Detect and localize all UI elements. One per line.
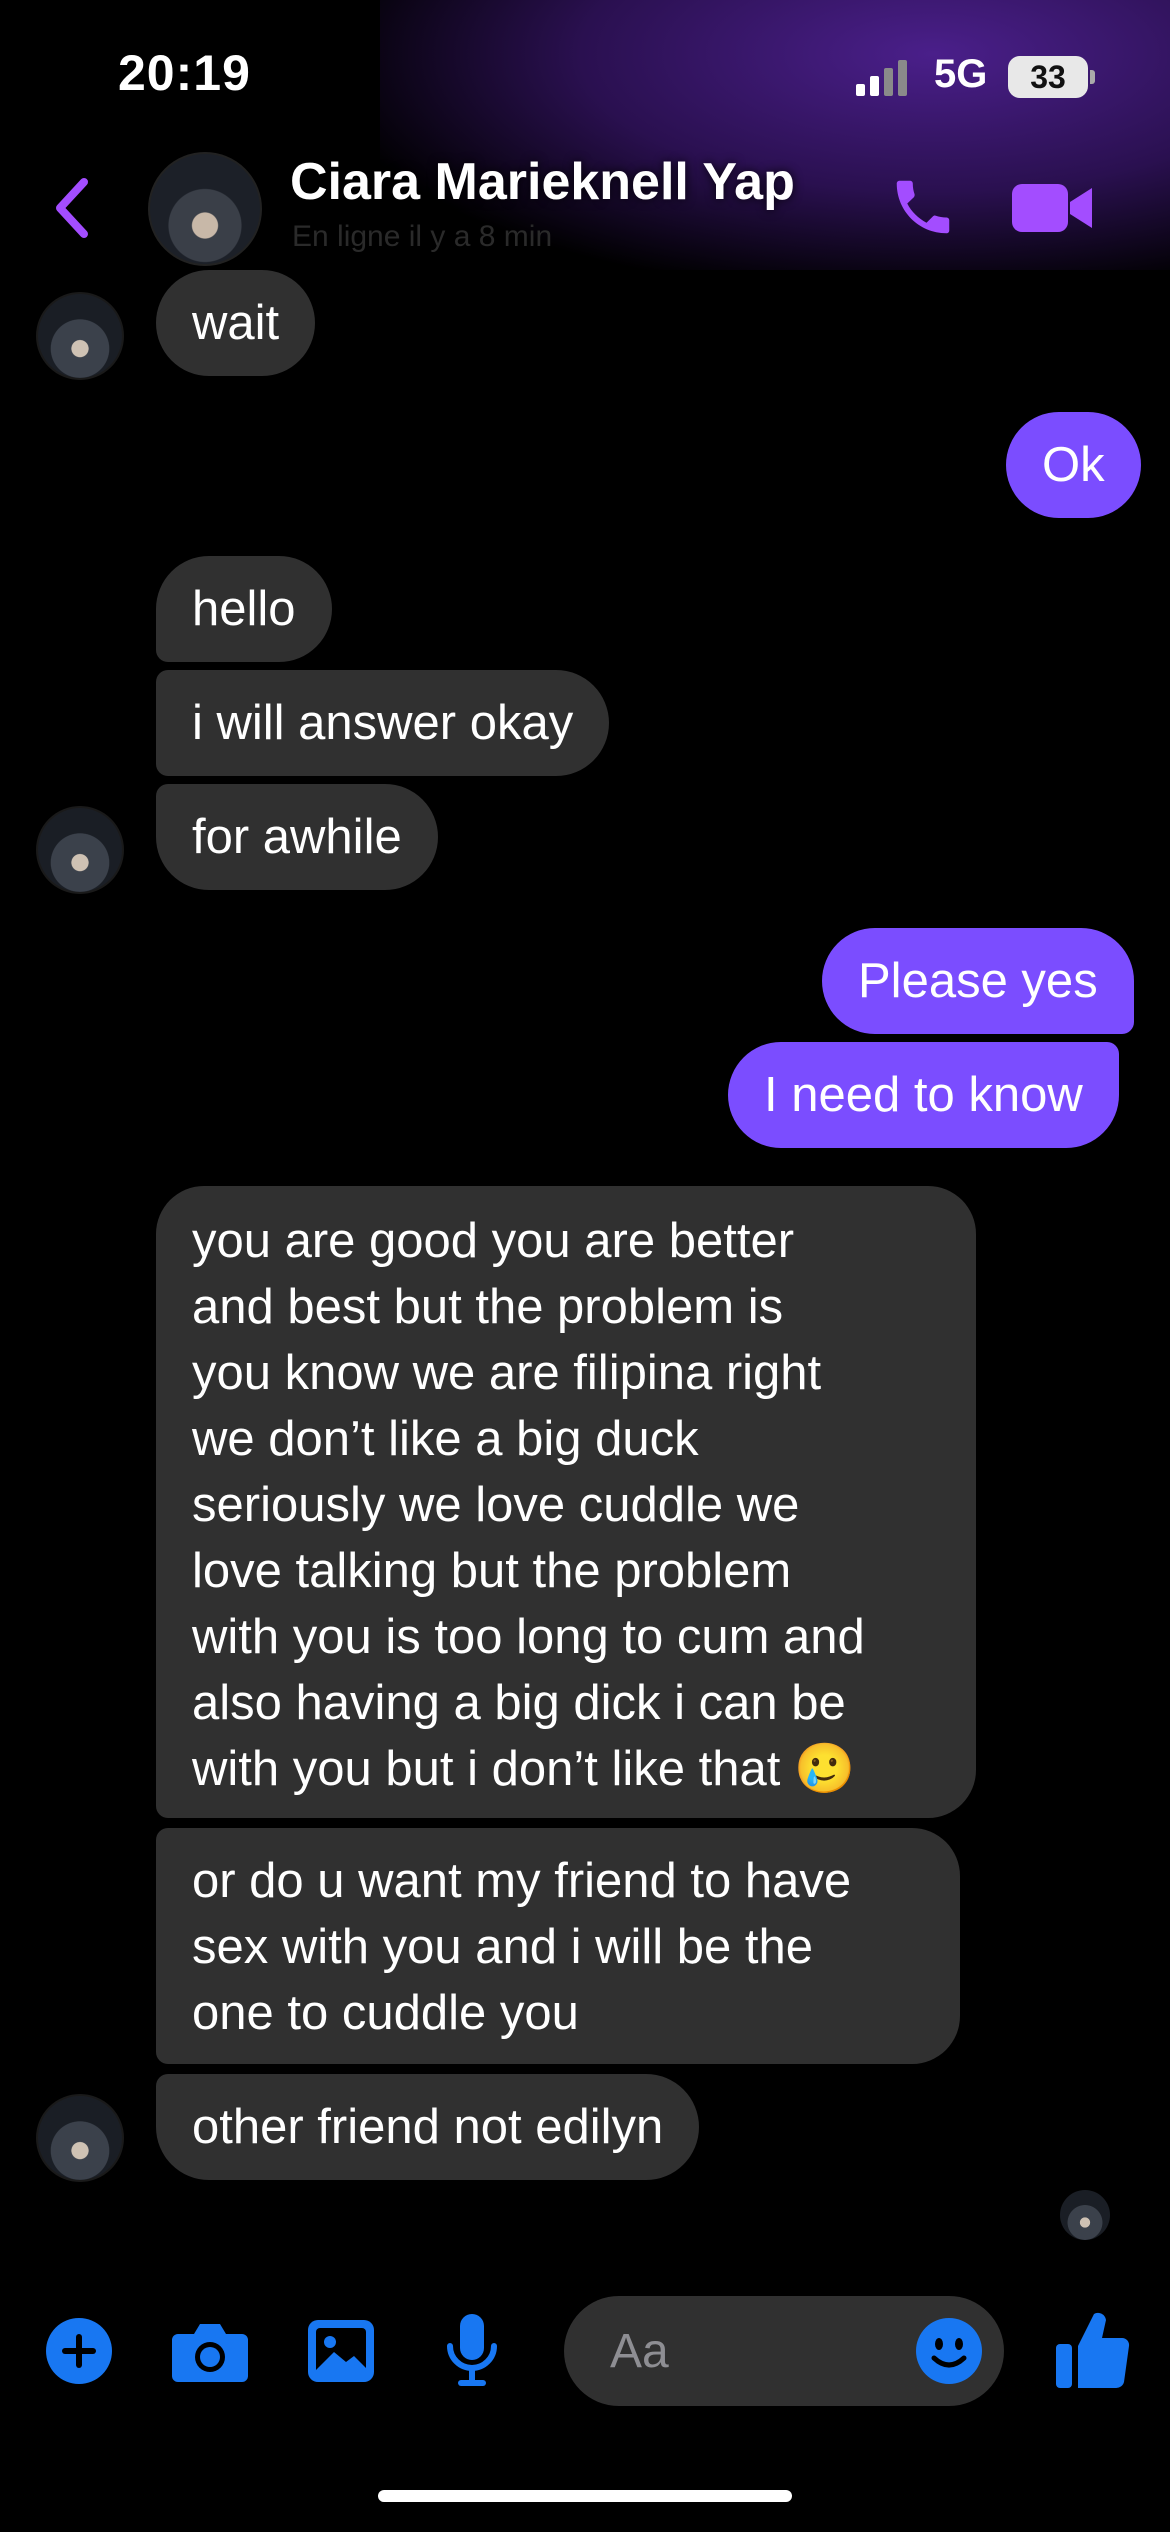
like-button[interactable] — [1054, 2308, 1130, 2392]
camera-button[interactable] — [170, 2316, 250, 2386]
message-text: Ok — [1042, 438, 1105, 492]
network-type: 5G — [934, 52, 988, 96]
outgoing-message[interactable]: Please yes — [822, 928, 1134, 1034]
battery-indicator: 33 — [1008, 56, 1088, 98]
video-call-button[interactable] — [1010, 178, 1096, 238]
outgoing-message[interactable]: Ok — [1006, 412, 1141, 518]
message-text: i will answer okay — [192, 696, 574, 750]
incoming-message[interactable]: you are good you are better and best but… — [156, 1186, 976, 1818]
message-text: hello — [192, 582, 296, 636]
back-button[interactable] — [44, 168, 104, 248]
emoji-icon — [916, 2318, 982, 2384]
incoming-message[interactable]: wait — [156, 270, 316, 376]
cellular-signal-icon — [856, 60, 916, 96]
incoming-message[interactable]: hello — [156, 556, 332, 662]
camera-icon — [172, 2324, 248, 2382]
message-text: I need to know — [764, 1068, 1083, 1122]
contact-name[interactable]: Ciara Marieknell Yap — [290, 152, 795, 212]
message-text: for awhile — [192, 810, 402, 864]
sender-avatar[interactable] — [36, 2094, 124, 2182]
message-text: you are good you are better and best but… — [192, 1214, 865, 1796]
message-text: Please yes — [858, 954, 1098, 1008]
incoming-message[interactable]: for awhile — [156, 784, 438, 890]
more-actions-button[interactable] — [44, 2316, 114, 2386]
thumbs-up-icon — [1056, 2312, 1130, 2389]
voice-message-button[interactable] — [444, 2312, 500, 2392]
phone-icon — [896, 180, 950, 234]
message-input-placeholder: Aa — [610, 2325, 669, 2378]
incoming-message[interactable]: or do u want my friend to have sex with … — [156, 1828, 960, 2064]
emoji-button[interactable] — [914, 2316, 984, 2386]
microphone-icon — [447, 2314, 497, 2386]
sender-avatar[interactable] — [36, 292, 124, 380]
battery-cap — [1090, 70, 1095, 84]
message-text: other friend not edilyn — [192, 2100, 664, 2154]
message-text: wait — [192, 296, 280, 350]
contact-avatar[interactable] — [148, 152, 262, 266]
gallery-button[interactable] — [306, 2316, 376, 2386]
status-time: 20:19 — [118, 45, 251, 101]
seen-receipt-avatar — [1060, 2190, 1110, 2240]
incoming-message[interactable]: i will answer okay — [156, 670, 610, 776]
audio-call-button[interactable] — [888, 172, 958, 242]
video-camera-icon — [1012, 184, 1092, 232]
image-icon — [308, 2320, 374, 2382]
sender-avatar[interactable] — [36, 806, 124, 894]
outgoing-message[interactable]: I need to know — [728, 1042, 1119, 1148]
active-status: En ligne il y a 8 min — [292, 220, 553, 253]
plus-icon — [46, 2318, 112, 2384]
message-text: or do u want my friend to have sex with … — [192, 1854, 852, 2040]
incoming-message[interactable]: other friend not edilyn — [156, 2074, 700, 2180]
back-chevron-icon — [56, 178, 88, 238]
home-indicator — [378, 2490, 792, 2502]
